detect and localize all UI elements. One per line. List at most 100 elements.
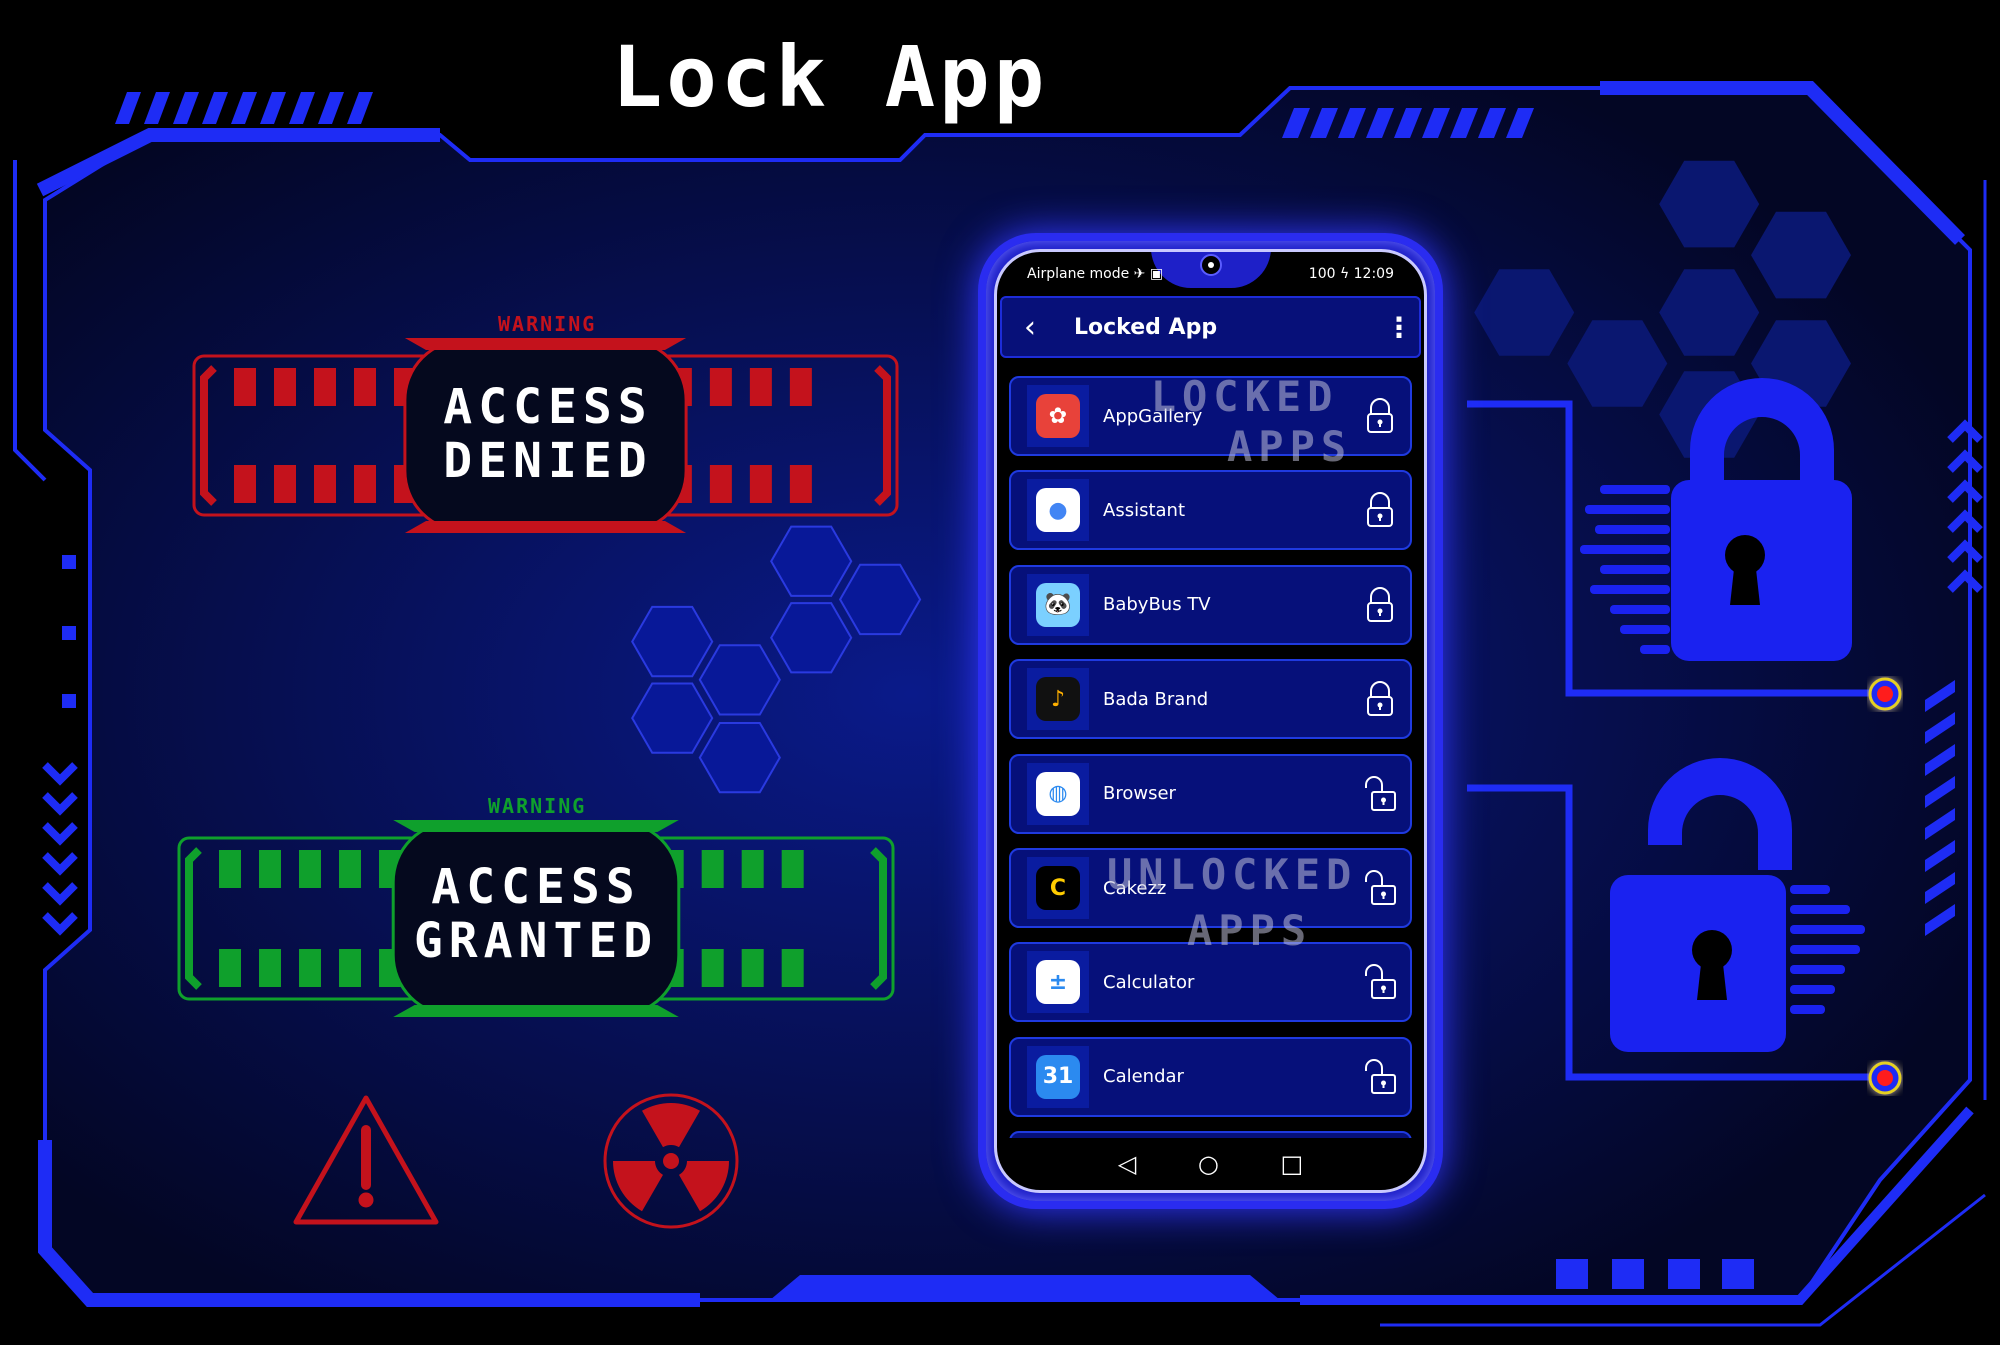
page-title: Lock App xyxy=(611,28,1049,126)
stripe xyxy=(289,92,315,124)
app-icon: ● xyxy=(1036,488,1080,533)
app-icon-frame: ♪ xyxy=(1027,668,1089,731)
app-icon: ± xyxy=(1036,960,1080,1005)
lock-open-icon[interactable] xyxy=(1350,870,1410,906)
granted-line1: ACCESS xyxy=(431,859,641,915)
lock-open-icon[interactable] xyxy=(1350,964,1410,1000)
stripe xyxy=(173,92,199,124)
app-row[interactable]: ◍ Browser xyxy=(1009,753,1412,834)
app-row[interactable]: ● Assistant xyxy=(1009,470,1412,551)
nav-back-button[interactable]: ◁ xyxy=(1118,1150,1136,1178)
speed-line xyxy=(1610,605,1670,614)
speed-line xyxy=(1790,1005,1825,1014)
app-icon: 🐼 xyxy=(1036,582,1080,627)
speed-line xyxy=(1600,485,1670,494)
granted-warning-label: WARNING xyxy=(488,794,587,818)
app-icon: ✿ xyxy=(1036,394,1080,438)
app-row[interactable]: ♪ Bada Brand xyxy=(1009,659,1412,740)
chevron-down-icon xyxy=(42,852,78,876)
app-row[interactable]: ± Calculator xyxy=(1009,942,1412,1023)
app-name: Browser xyxy=(1103,783,1176,805)
square xyxy=(1668,1259,1700,1289)
speed-line xyxy=(1620,625,1670,634)
square xyxy=(62,694,76,708)
speed-line xyxy=(1790,985,1835,994)
speed-line xyxy=(1585,505,1670,514)
app-icon-frame: ± xyxy=(1027,951,1089,1014)
app-list[interactable]: ✿ AppGallery ● Assistant 🐼 BabyBus TV ♪ … xyxy=(997,376,1424,1138)
lock-closed-icon[interactable] xyxy=(1350,398,1410,434)
phone-screen: Airplane mode ✈ ▣ 100 ϟ 12:09 ‹ Locked A… xyxy=(994,249,1427,1193)
square xyxy=(1556,1259,1588,1289)
stripe xyxy=(144,92,170,124)
speed-line xyxy=(1590,585,1670,594)
app-name: Cakezz xyxy=(1103,877,1167,899)
app-icon: ♪ xyxy=(1036,677,1080,722)
nav-bar: ◁ ○ □ xyxy=(997,1138,1424,1190)
connector-dot xyxy=(1868,1061,1902,1095)
app-icon: ◍ xyxy=(1036,771,1080,816)
stripe xyxy=(347,92,373,124)
lock-open-icon[interactable] xyxy=(1350,1058,1410,1095)
chevron-down-icon xyxy=(42,792,78,816)
chevron-down-icon xyxy=(42,912,78,936)
header-title: Locked App xyxy=(1074,314,1218,340)
chevron-down-icon xyxy=(42,822,78,846)
app-icon-frame: 31 xyxy=(1027,1045,1089,1108)
app-row[interactable]: 🐼 BabyBus TV xyxy=(1009,564,1412,645)
back-arrow-icon[interactable]: ‹ xyxy=(1024,310,1074,345)
speed-line xyxy=(1790,885,1830,894)
app-icon-frame: ◍ xyxy=(1027,762,1089,825)
chevron-down-icon xyxy=(42,762,78,786)
speed-line xyxy=(1595,525,1670,534)
granted-line2: GRANTED xyxy=(413,913,659,969)
square xyxy=(1722,1259,1754,1289)
denied-line1: ACCESS xyxy=(443,379,653,435)
app-row[interactable] xyxy=(1009,1131,1412,1138)
speed-line xyxy=(1640,645,1670,654)
app-row[interactable]: 31 Calendar xyxy=(1009,1036,1412,1117)
connector-dot xyxy=(1868,677,1902,711)
nav-home-button[interactable]: ○ xyxy=(1198,1150,1219,1178)
lock-closed-icon[interactable] xyxy=(1350,492,1410,528)
square xyxy=(1612,1259,1644,1289)
speed-line xyxy=(1600,565,1670,574)
status-bar: Airplane mode ✈ ▣ 100 ϟ 12:09 xyxy=(1027,266,1394,288)
app-icon: 31 xyxy=(1036,1054,1080,1099)
app-icon: C xyxy=(1036,866,1080,910)
app-icon-frame: ● xyxy=(1027,479,1089,542)
access-granted-text: ACCESS GRANTED xyxy=(386,860,686,968)
more-options-icon[interactable]: ⋮ xyxy=(1379,311,1419,344)
app-name: BabyBus TV xyxy=(1103,594,1211,616)
app-name: Calendar xyxy=(1103,1066,1184,1088)
status-right: 100 ϟ 12:09 xyxy=(1308,266,1394,282)
app-name: AppGallery xyxy=(1103,405,1203,427)
nav-recents-button[interactable]: □ xyxy=(1280,1150,1303,1178)
stripe xyxy=(260,92,286,124)
speed-line xyxy=(1790,965,1845,974)
app-row[interactable]: C Cakezz xyxy=(1009,848,1412,928)
status-left: Airplane mode ✈ ▣ xyxy=(1027,266,1164,282)
speed-line xyxy=(1790,905,1850,914)
app-icon-frame: C xyxy=(1027,857,1089,919)
app-row[interactable]: ✿ AppGallery xyxy=(1009,376,1412,456)
lock-closed-icon[interactable] xyxy=(1350,586,1410,623)
stripe xyxy=(115,92,141,124)
speed-line xyxy=(1790,925,1865,934)
lock-closed-icon[interactable] xyxy=(1350,681,1410,717)
stripe xyxy=(231,92,257,124)
app-name: Assistant xyxy=(1103,499,1186,521)
speed-line xyxy=(1790,945,1860,954)
stripe xyxy=(318,92,344,124)
denied-line2: DENIED xyxy=(443,433,653,489)
app-name: Bada Brand xyxy=(1103,688,1209,710)
denied-warning-label: WARNING xyxy=(498,312,597,336)
app-header: ‹ Locked App ⋮ xyxy=(1000,296,1421,358)
app-icon-frame: ✿ xyxy=(1027,385,1089,447)
lock-open-icon[interactable] xyxy=(1350,775,1410,812)
square xyxy=(62,626,76,640)
access-denied-text: ACCESS DENIED xyxy=(398,380,698,488)
speed-line xyxy=(1580,545,1670,554)
stripe xyxy=(202,92,228,124)
chevron-down-icon xyxy=(42,882,78,906)
